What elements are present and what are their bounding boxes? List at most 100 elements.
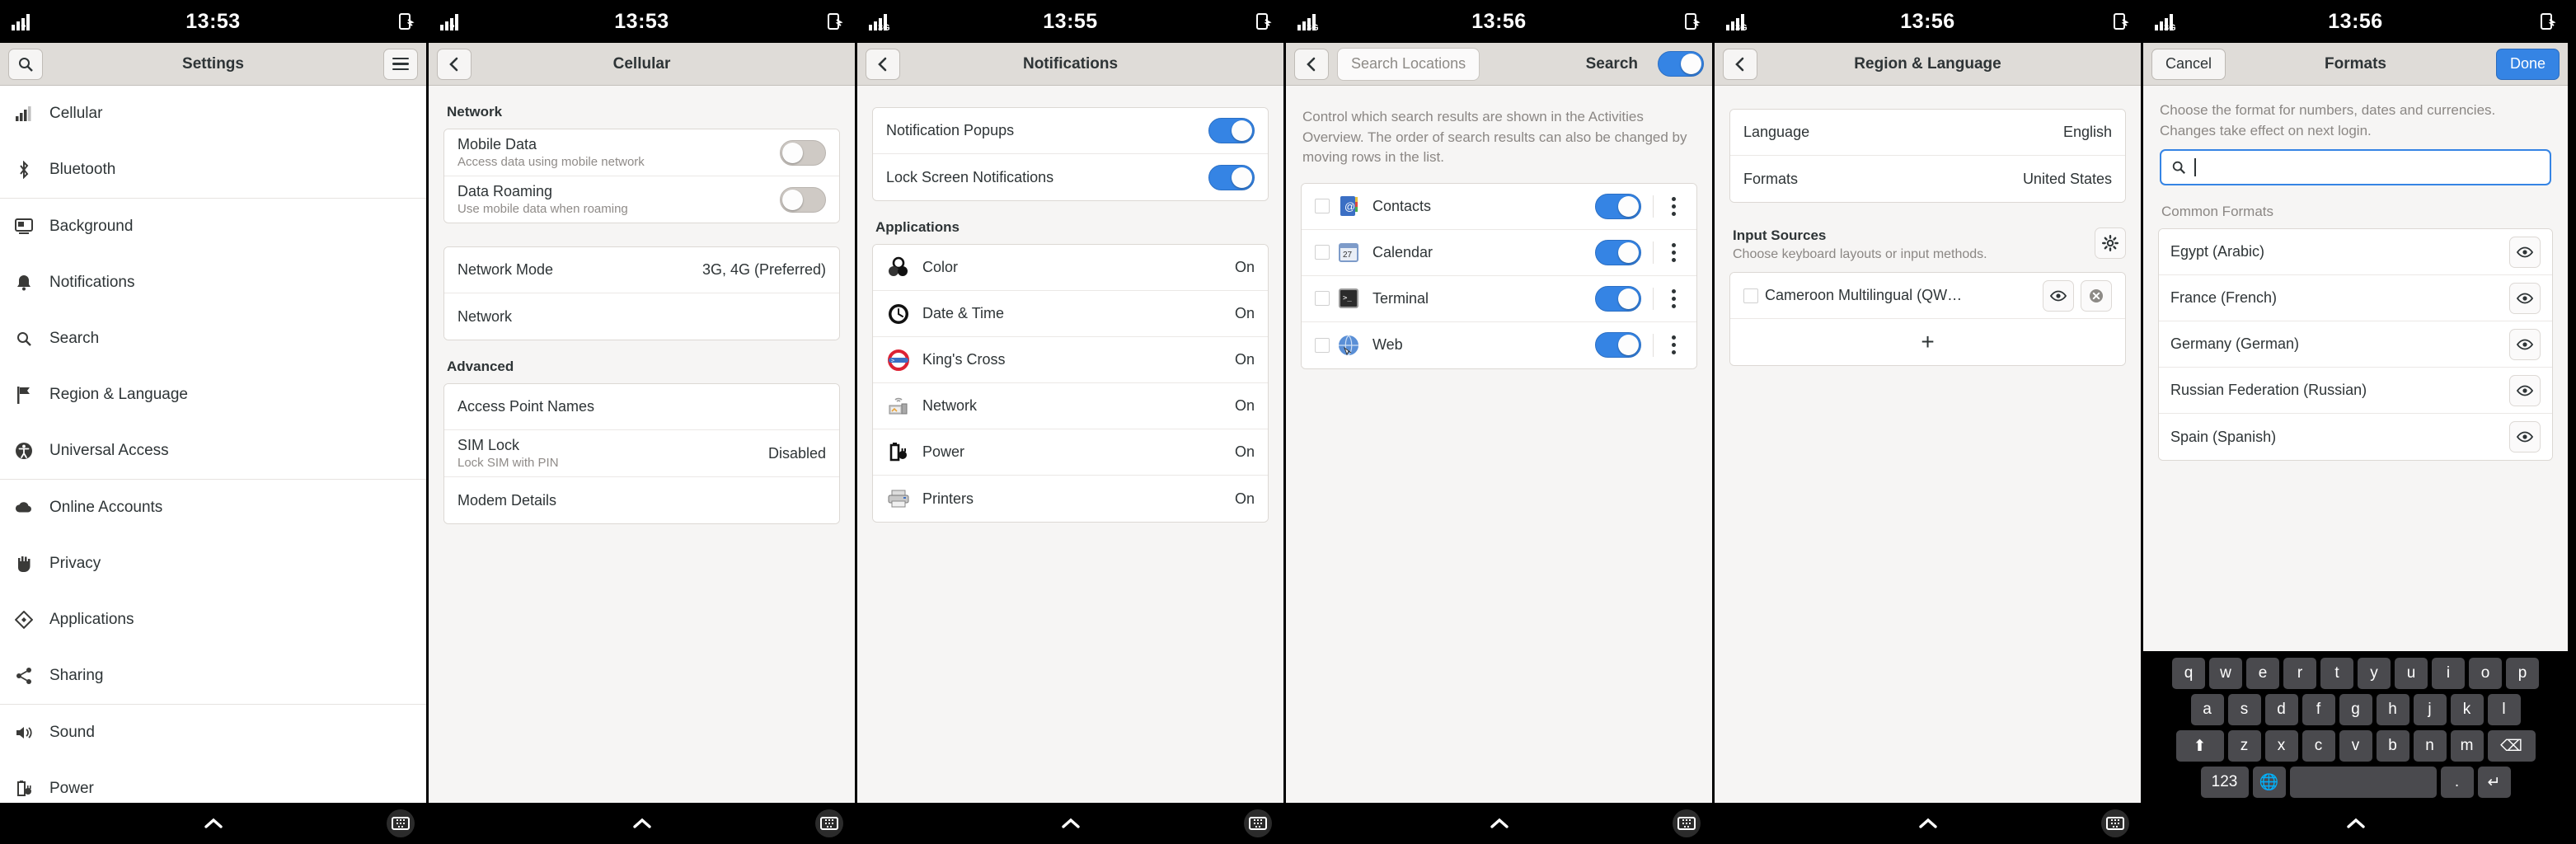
search-row-contacts[interactable]: @ Contacts: [1302, 183, 1696, 230]
app-row-kings-cross[interactable]: >_ King's Cross On: [873, 337, 1268, 383]
chevron-up-icon[interactable]: [1917, 813, 1939, 834]
eye-icon[interactable]: [2509, 328, 2541, 360]
key-l[interactable]: l: [2487, 694, 2521, 725]
eye-icon[interactable]: [2509, 282, 2541, 314]
row-mobile-data[interactable]: Mobile Data Access data using mobile net…: [444, 129, 839, 176]
sidebar-item-background[interactable]: Background: [0, 199, 426, 255]
globe-icon[interactable]: 🌐: [2252, 767, 2286, 798]
web-toggle[interactable]: [1595, 332, 1641, 359]
input-source-row[interactable]: Cameroon Multilingual (QW…: [1730, 273, 2125, 319]
sidebar-item-universal-access[interactable]: Universal Access: [0, 423, 426, 479]
back-button[interactable]: [1723, 48, 1757, 80]
sidebar-item-notifications[interactable]: Notifications: [0, 255, 426, 311]
key-w[interactable]: w: [2209, 658, 2242, 689]
chevron-up-icon[interactable]: [203, 813, 224, 834]
key-q[interactable]: q: [2172, 658, 2205, 689]
key-d[interactable]: d: [2264, 694, 2298, 725]
sidebar-item-bluetooth[interactable]: Bluetooth: [0, 142, 426, 198]
format-row[interactable]: Egypt (Arabic): [2159, 229, 2552, 276]
key-b[interactable]: b: [2376, 730, 2409, 762]
key-y[interactable]: y: [2358, 658, 2391, 689]
shift-key[interactable]: ⬆: [2175, 730, 2224, 762]
row-language[interactable]: Language English: [1730, 110, 2125, 156]
search-row-web[interactable]: Web: [1302, 321, 1696, 368]
contacts-toggle[interactable]: [1595, 193, 1641, 219]
row-modem-details[interactable]: Modem Details: [444, 477, 839, 523]
eye-icon[interactable]: [2509, 421, 2541, 453]
search-row-terminal[interactable]: >_ Terminal: [1302, 275, 1696, 322]
key-n[interactable]: n: [2413, 730, 2447, 762]
format-row[interactable]: Germany (German): [2159, 321, 2552, 368]
app-row-network[interactable]: Network On: [873, 383, 1268, 429]
search-row-calendar[interactable]: 27 Calendar: [1302, 229, 1696, 276]
key-s[interactable]: s: [2227, 694, 2261, 725]
lock-screen-notifications-toggle[interactable]: [1208, 164, 1255, 190]
period-key[interactable]: .: [2440, 767, 2474, 798]
mobile-data-toggle[interactable]: [780, 139, 826, 166]
add-input-source-button[interactable]: +: [1730, 319, 2125, 365]
back-button[interactable]: [1294, 48, 1329, 80]
row-network[interactable]: Network: [444, 293, 839, 340]
row-data-roaming[interactable]: Data Roaming Use mobile data when roamin…: [444, 176, 839, 223]
format-search-field[interactable]: [2160, 149, 2551, 186]
key-t[interactable]: t: [2320, 658, 2353, 689]
key-r[interactable]: r: [2283, 658, 2316, 689]
hamburger-icon[interactable]: [383, 48, 418, 80]
overflow-menu-icon[interactable]: [1663, 288, 1683, 308]
key-x[interactable]: x: [2264, 730, 2298, 762]
key-g[interactable]: g: [2339, 694, 2372, 725]
sidebar-item-privacy[interactable]: Privacy: [0, 536, 426, 592]
eye-icon[interactable]: [2509, 374, 2541, 406]
keyboard-toggle-button[interactable]: [2101, 809, 2129, 837]
drag-handle-icon[interactable]: [1315, 245, 1330, 260]
gear-icon[interactable]: [2095, 227, 2126, 259]
sidebar-item-sound[interactable]: Sound: [0, 705, 426, 761]
cancel-button[interactable]: Cancel: [2151, 48, 2226, 80]
key-u[interactable]: u: [2395, 658, 2428, 689]
drag-handle-icon[interactable]: [1315, 199, 1330, 214]
overflow-menu-icon[interactable]: [1663, 335, 1683, 355]
backspace-key[interactable]: ⌫: [2487, 730, 2536, 762]
key-v[interactable]: v: [2339, 730, 2372, 762]
app-row-color[interactable]: Color On: [873, 245, 1268, 291]
chevron-up-icon[interactable]: [2345, 813, 2367, 834]
format-row[interactable]: France (French): [2159, 275, 2552, 322]
sidebar-item-online-accounts[interactable]: Online Accounts: [0, 480, 426, 536]
drag-handle-icon[interactable]: [1315, 291, 1330, 307]
eye-icon[interactable]: [2509, 236, 2541, 268]
sidebar-item-applications[interactable]: Applications: [0, 592, 426, 648]
remove-circle-icon[interactable]: [2081, 279, 2112, 312]
sidebar-item-search[interactable]: Search: [0, 311, 426, 367]
space-key[interactable]: [2289, 767, 2437, 798]
row-network-mode[interactable]: Network Mode 3G, 4G (Preferred): [444, 247, 839, 293]
notification-popups-toggle[interactable]: [1208, 118, 1255, 143]
format-row[interactable]: Spain (Spanish): [2159, 414, 2552, 461]
sidebar-item-sharing[interactable]: Sharing: [0, 648, 426, 704]
key-e[interactable]: e: [2246, 658, 2279, 689]
enter-key[interactable]: ↵: [2477, 767, 2511, 798]
key-j[interactable]: j: [2413, 694, 2447, 725]
drag-handle-icon[interactable]: [1315, 337, 1330, 353]
app-row-date-time[interactable]: Date & Time On: [873, 291, 1268, 337]
search-button[interactable]: [8, 48, 43, 80]
search-master-toggle[interactable]: [1658, 51, 1704, 77]
chevron-up-icon[interactable]: [1489, 813, 1510, 834]
key-z[interactable]: z: [2227, 730, 2261, 762]
key-f[interactable]: f: [2302, 694, 2335, 725]
chevron-up-icon[interactable]: [1060, 813, 1082, 834]
row-access-point-names[interactable]: Access Point Names: [444, 384, 839, 430]
key-c[interactable]: c: [2302, 730, 2335, 762]
back-button[interactable]: [437, 48, 472, 80]
terminal-toggle[interactable]: [1595, 285, 1641, 312]
sidebar-item-cellular[interactable]: Cellular: [0, 86, 426, 142]
keyboard-toggle-button[interactable]: [1673, 809, 1701, 837]
numbers-key[interactable]: 123: [2200, 767, 2249, 798]
key-p[interactable]: p: [2506, 658, 2539, 689]
calendar-toggle[interactable]: [1595, 239, 1641, 265]
data-roaming-toggle[interactable]: [780, 186, 826, 213]
key-h[interactable]: h: [2376, 694, 2409, 725]
done-button[interactable]: Done: [2495, 48, 2560, 80]
app-row-power[interactable]: Power On: [873, 429, 1268, 476]
sidebar-item-power[interactable]: Power: [0, 761, 426, 803]
keyboard-toggle-button[interactable]: [387, 809, 415, 837]
